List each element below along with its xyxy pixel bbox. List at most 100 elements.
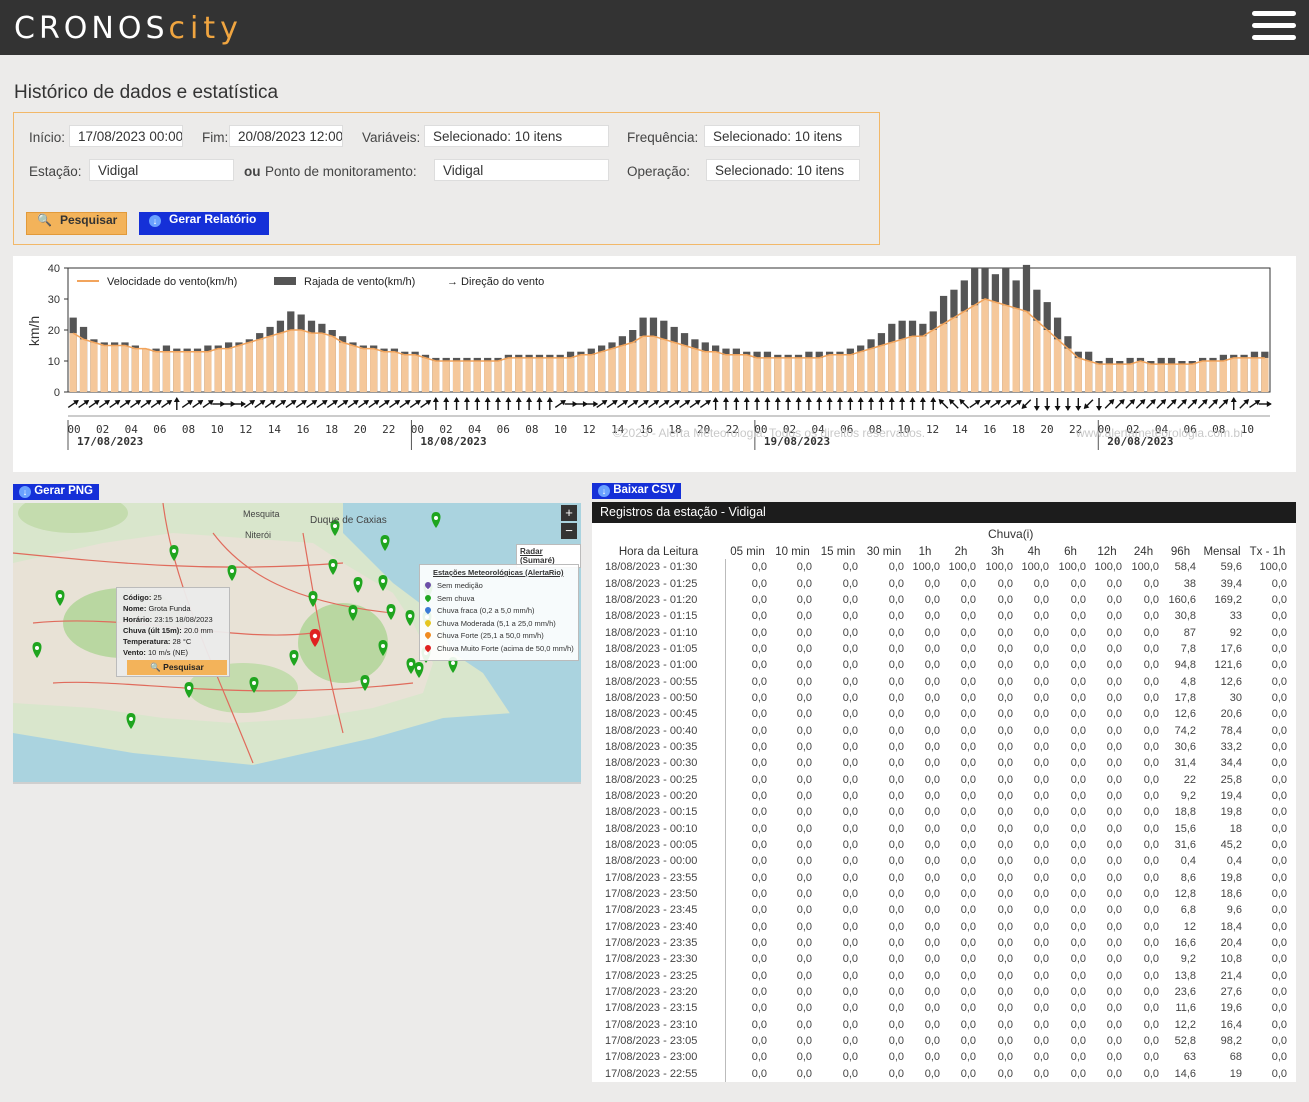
map-legend-label: Chuva Forte (25,1 a 50,0 mm/h) <box>437 631 544 641</box>
value-cell: 7,8 <box>1180 642 1196 655</box>
wind-direction-arrow <box>275 399 287 409</box>
variaveis-select[interactable]: Selecionado: 10 itens <box>424 125 609 147</box>
speed-bar <box>183 351 191 392</box>
speed-bar <box>950 317 958 392</box>
reading-time-cell: 17/08/2023 - 23:10 <box>592 1016 726 1033</box>
speed-bar <box>515 357 523 392</box>
speed-bar <box>732 354 740 392</box>
value-cell: 0,0 <box>751 626 767 639</box>
column-header[interactable]: 4h <box>1016 544 1052 559</box>
column-header[interactable]: Tx - 1h <box>1245 544 1290 559</box>
speed-bar <box>1136 361 1145 392</box>
value-cell: 0,0 <box>842 986 858 999</box>
value-cell: 0,0 <box>997 953 1013 966</box>
hamburger-menu-icon[interactable] <box>1252 11 1296 45</box>
wind-direction-arrow <box>1218 399 1229 409</box>
station-popup: Código: 25 Nome: Grota Funda Horário: 23… <box>116 587 230 677</box>
column-header[interactable]: 2h <box>943 544 979 559</box>
value-cell: 0,0 <box>1143 691 1159 704</box>
value-cell: 0,0 <box>997 789 1013 802</box>
speed-bar <box>680 345 689 392</box>
value-cell: 0,0 <box>1033 659 1049 672</box>
generate-report-button[interactable]: ↓ Gerar Relatório <box>139 212 269 235</box>
reading-time-cell: 18/08/2023 - 00:55 <box>592 673 726 690</box>
reading-time-cell: 18/08/2023 - 00:40 <box>592 722 726 739</box>
column-header[interactable]: 10 min <box>770 544 815 559</box>
value-cell: 0,0 <box>1106 675 1122 688</box>
value-cell: 0,0 <box>796 839 812 852</box>
value-cell: 0,0 <box>796 1035 812 1048</box>
value-cell: 0,0 <box>1106 1067 1122 1080</box>
ponto-input[interactable]: Vidigal <box>434 159 609 181</box>
download-csv-button[interactable]: ↓ Baixar CSV <box>592 483 682 499</box>
column-header[interactable]: 96h <box>1162 544 1199 559</box>
wind-direction-arrow <box>1033 398 1040 411</box>
value-cell: 17,8 <box>1174 691 1196 704</box>
value-cell: 0,0 <box>842 691 858 704</box>
value-cell: 0,0 <box>888 1018 904 1031</box>
value-cell: 0,0 <box>796 773 812 786</box>
value-cell: 0,0 <box>1143 937 1159 950</box>
popup-search-button[interactable]: 🔍 Pesquisar <box>127 660 227 675</box>
inicio-input[interactable]: 17/08/2023 00:00 <box>69 125 183 147</box>
column-header[interactable]: 6h <box>1052 544 1089 559</box>
value-cell: 0,0 <box>796 789 812 802</box>
app-logo[interactable]: CRONOScity <box>14 11 243 46</box>
value-cell: 0,0 <box>888 953 904 966</box>
value-cell: 0,0 <box>751 1018 767 1031</box>
value-cell: 0,0 <box>842 757 858 770</box>
table-row: 17/08/2023 - 23:45 0,0 0,0 0,0 0,0 0,0 0,0 0,0 0… <box>592 902 1290 919</box>
column-header[interactable]: 1h <box>907 544 943 559</box>
value-cell: 0,0 <box>1271 937 1287 950</box>
value-cell: 0,0 <box>1106 789 1122 802</box>
column-header[interactable]: Mensal <box>1199 544 1245 559</box>
value-cell: 0,0 <box>751 691 767 704</box>
wind-direction-arrow <box>295 399 307 409</box>
map-label-niteroi: Niterói <box>245 530 272 540</box>
value-cell: 0,0 <box>1143 773 1159 786</box>
wind-direction-arrow <box>899 397 906 410</box>
search-button[interactable]: 🔍 Pesquisar <box>26 212 127 235</box>
column-header[interactable]: Hora da Leitura <box>592 544 725 559</box>
hour-tick-label: 04 <box>125 423 139 436</box>
value-cell: 0,0 <box>1033 1067 1049 1080</box>
column-header[interactable]: 05 min <box>725 544 770 559</box>
stations-map[interactable]: Mesquita Duque de Caxias Niterói + − Rad… <box>13 503 581 784</box>
reading-time-cell: 17/08/2023 - 23:45 <box>592 902 726 919</box>
popup-vento-key: Vento: <box>123 648 146 657</box>
speed-bar <box>328 336 336 392</box>
frequencia-select[interactable]: Selecionado: 10 itens <box>704 125 860 147</box>
column-header[interactable]: 24h <box>1125 544 1162 559</box>
reading-time-cell: 17/08/2023 - 23:05 <box>592 1032 726 1050</box>
png-button-label: Gerar PNG <box>34 485 94 497</box>
zoom-out-button[interactable]: − <box>561 523 577 539</box>
estacao-input[interactable]: Vidigal <box>89 159 234 181</box>
wind-direction-arrow <box>754 397 761 410</box>
generate-png-button[interactable]: ↓ Gerar PNG <box>13 484 100 500</box>
speed-bar <box>1147 364 1155 392</box>
speed-bar <box>743 354 751 392</box>
column-header[interactable]: 30 min <box>861 544 907 559</box>
table-row: 17/08/2023 - 23:20 0,0 0,0 0,0 0,0 0,0 0,0 0,0 0… <box>592 983 1290 1001</box>
wind-direction-arrow <box>743 397 750 410</box>
speed-bar <box>991 302 1000 392</box>
column-header[interactable]: 15 min <box>815 544 861 559</box>
value-cell: 0,0 <box>1271 659 1287 672</box>
zoom-in-button[interactable]: + <box>561 505 577 521</box>
value-cell: 0,0 <box>1143 1051 1159 1064</box>
value-cell: 0,0 <box>796 969 812 982</box>
column-header[interactable]: 3h <box>979 544 1016 559</box>
operacao-select[interactable]: Selecionado: 10 itens <box>706 159 860 181</box>
value-cell: 0,0 <box>924 1035 940 1048</box>
value-cell: 0,0 <box>960 757 976 770</box>
wind-direction-arrow <box>337 399 349 409</box>
search-button-label: Pesquisar <box>59 213 118 227</box>
value-cell: 0,0 <box>1271 822 1287 835</box>
table-row: 17/08/2023 - 23:25 0,0 0,0 0,0 0,0 0,0 0,0 0,0 0… <box>592 967 1290 984</box>
value-cell: 0,0 <box>924 740 940 753</box>
wind-direction-arrow <box>1104 399 1115 409</box>
fim-input[interactable]: 20/08/2023 12:00 <box>229 125 343 147</box>
value-cell: 8,6 <box>1180 871 1196 884</box>
value-cell: 0,0 <box>1271 577 1287 590</box>
column-header[interactable]: 12h <box>1089 544 1125 559</box>
